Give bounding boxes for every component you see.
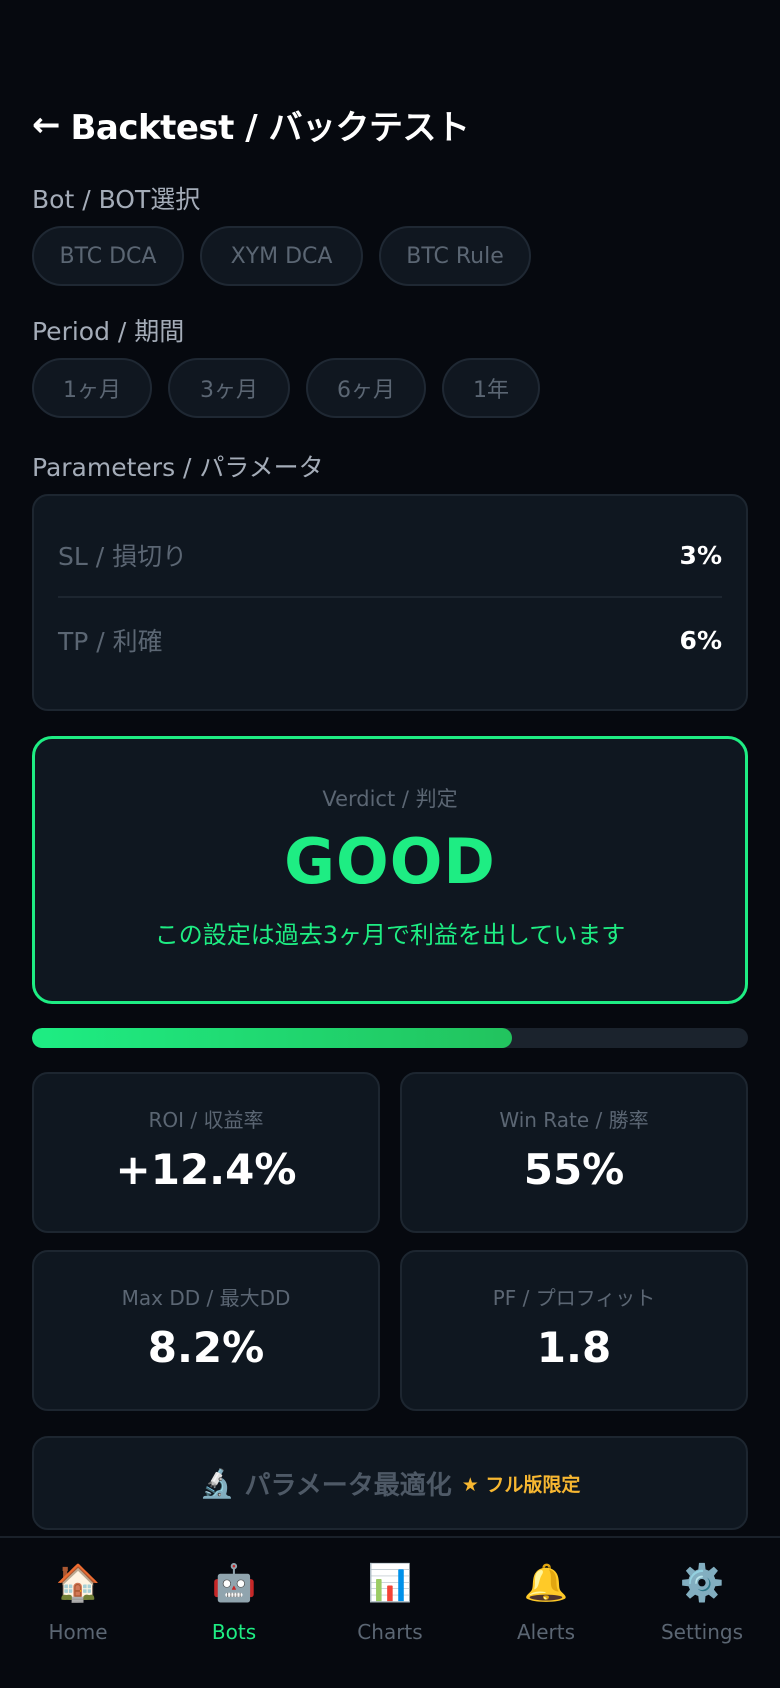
chart-icon: 📊: [367, 1563, 413, 1604]
param-row-take-profit[interactable]: TP / 利確 6%: [58, 598, 722, 682]
bot-section-label: Bot / BOT選択: [32, 185, 201, 214]
nav-item-bots[interactable]: 🤖 Bots: [156, 1538, 312, 1688]
header: ← Backtest / バックテスト: [32, 100, 470, 149]
nav-label: Home: [48, 1620, 108, 1644]
stat-card-profit-factor: PF / プロフィット 1.8: [400, 1250, 748, 1411]
params-section-label: Parameters / パラメータ: [32, 453, 324, 482]
backtest-screen: ← Backtest / バックテスト Bot / BOT選択 BTC DCA …: [0, 0, 780, 1688]
stat-value: 55%: [523, 1145, 625, 1194]
bot-chip-row: BTC DCA XYM DCA BTC Rule: [32, 226, 531, 286]
nav-label: Alerts: [516, 1620, 576, 1644]
stat-label: ROI / 収益率: [148, 1108, 264, 1132]
nav-label: Bots: [211, 1620, 257, 1644]
stat-label: PF / プロフィット: [492, 1286, 656, 1310]
param-label: SL / 損切り: [58, 542, 188, 571]
stat-card-max-dd: Max DD / 最大DD 8.2%: [32, 1250, 380, 1411]
chip-bot-xym-dca[interactable]: XYM DCA: [200, 226, 363, 286]
param-label: TP / 利確: [58, 627, 163, 656]
parameters-card: SL / 損切り 3% TP / 利確 6%: [32, 494, 748, 711]
nav-label: Charts: [357, 1620, 423, 1644]
page-title: Backtest / バックテスト: [70, 108, 471, 148]
stat-card-win-rate: Win Rate / 勝率 55%: [400, 1072, 748, 1233]
full-version-badge: ★ フル版限定: [461, 1473, 581, 1496]
nav-item-home[interactable]: 🏠 Home: [0, 1538, 156, 1688]
stat-value: +12.4%: [115, 1145, 297, 1194]
gear-icon: ⚙️: [679, 1563, 725, 1604]
verdict-description: この設定は過去3ヶ月で利益を出しています: [154, 921, 626, 949]
chip-period-1m[interactable]: 1ヶ月: [32, 358, 152, 418]
robot-icon: 🤖: [211, 1563, 257, 1604]
period-section-label: Period / 期間: [32, 317, 185, 346]
verdict-value: GOOD: [284, 825, 496, 898]
stat-value: 8.2%: [147, 1323, 265, 1372]
chip-bot-btc-dca[interactable]: BTC DCA: [32, 226, 184, 286]
chip-bot-btc-rule[interactable]: BTC Rule: [379, 226, 531, 286]
chip-period-3m[interactable]: 3ヶ月: [168, 358, 290, 418]
period-chip-row: 1ヶ月 3ヶ月 6ヶ月 1年: [32, 358, 540, 418]
nav-label: Settings: [660, 1620, 744, 1644]
microscope-icon: 🔬: [199, 1466, 235, 1500]
chip-period-6m[interactable]: 6ヶ月: [306, 358, 426, 418]
verdict-card: Verdict / 判定 GOOD この設定は過去3ヶ月で利益を出しています: [32, 736, 748, 1004]
back-arrow-icon[interactable]: ←: [32, 105, 61, 145]
nav-item-settings[interactable]: ⚙️ Settings: [624, 1538, 780, 1688]
chip-period-1y[interactable]: 1年: [442, 358, 540, 418]
verdict-label: Verdict / 判定: [322, 787, 458, 811]
stat-label: Win Rate / 勝率: [499, 1108, 649, 1132]
home-icon: 🏠: [55, 1563, 101, 1604]
bottom-nav: 🏠 Home 🤖 Bots 📊 Charts 🔔 Alerts ⚙️ Setti…: [0, 1536, 780, 1688]
score-progress-bar: [32, 1028, 748, 1048]
score-progress-fill: [32, 1028, 512, 1048]
param-row-stop-loss[interactable]: SL / 損切り 3%: [58, 514, 722, 598]
param-value: 3%: [679, 540, 722, 570]
stat-value: 1.8: [536, 1323, 612, 1372]
stat-card-roi: ROI / 収益率 +12.4%: [32, 1072, 380, 1233]
stat-label: Max DD / 最大DD: [121, 1286, 291, 1310]
optimize-parameters-button[interactable]: 🔬 パラメータ最適化 ★ フル版限定: [32, 1436, 748, 1530]
param-value: 6%: [679, 625, 722, 655]
nav-item-charts[interactable]: 📊 Charts: [312, 1538, 468, 1688]
bell-icon: 🔔: [523, 1563, 569, 1604]
optimize-label: パラメータ最適化: [244, 1470, 452, 1501]
nav-item-alerts[interactable]: 🔔 Alerts: [468, 1538, 624, 1688]
